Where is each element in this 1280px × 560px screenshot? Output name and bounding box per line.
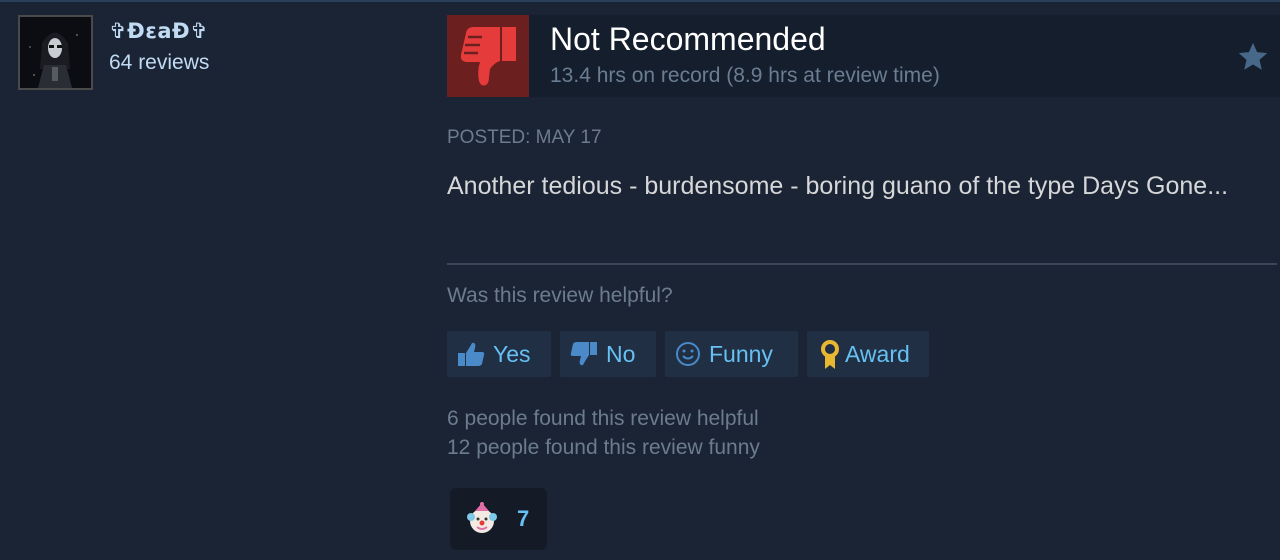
reaction-count: 7: [517, 506, 530, 531]
avatar[interactable]: [18, 15, 93, 90]
recommendation-title[interactable]: Not Recommended: [550, 21, 826, 58]
playtime: 13.4 hrs on record (8.9 hrs at review ti…: [550, 64, 940, 87]
helpful-question: Was this review helpful?: [447, 284, 673, 307]
top-border: [0, 0, 1280, 2]
no-label: No: [606, 340, 636, 367]
clown-face-icon: [467, 502, 497, 533]
award-button[interactable]: Award: [807, 331, 929, 377]
author-review-count[interactable]: 64 reviews: [109, 51, 209, 75]
thumbs-down-icon: [460, 27, 516, 86]
yes-label: Yes: [493, 340, 531, 367]
funny-count: 12 people found this review funny: [447, 436, 760, 459]
review-content: Another tedious - burdensome - boring gu…: [447, 172, 1229, 200]
review-author: ✞ĐεaĐ✞ 64 reviews: [18, 15, 209, 90]
yes-button[interactable]: Yes: [447, 331, 551, 377]
helpful-count: 6 people found this review helpful: [447, 407, 759, 430]
award-label: Award: [845, 340, 910, 367]
thumbs-down-small-icon: [570, 342, 597, 366]
posted-date: POSTED: MAY 17: [447, 127, 602, 148]
funny-label: Funny: [709, 340, 773, 367]
avatar-image: [20, 17, 91, 88]
funny-button[interactable]: Funny: [665, 331, 798, 377]
star-icon[interactable]: [1236, 40, 1270, 74]
thumbs-down-badge[interactable]: [447, 15, 529, 97]
award-icon: [821, 340, 839, 369]
author-name[interactable]: ✞ĐεaĐ✞: [109, 19, 209, 43]
reaction-badge[interactable]: 7: [450, 488, 547, 550]
feedback-buttons: Yes No Funny Award: [447, 331, 929, 377]
smiley-icon: [676, 342, 700, 366]
review-header: Not Recommended 13.4 hrs on record (8.9 …: [529, 15, 1280, 97]
divider: [447, 263, 1277, 265]
thumbs-up-icon: [458, 342, 485, 366]
no-button[interactable]: No: [560, 331, 656, 377]
feedback-counts: 6 people found this review helpful 12 pe…: [447, 404, 760, 462]
